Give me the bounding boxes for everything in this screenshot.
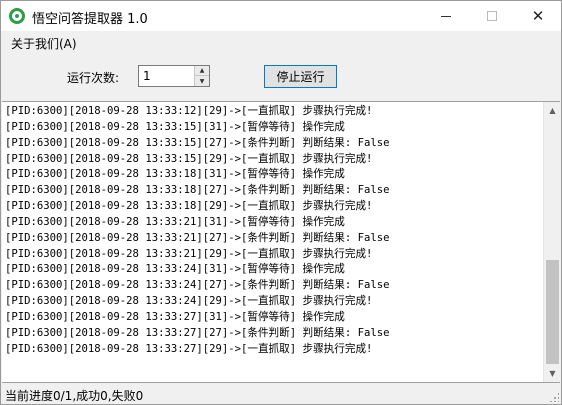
- stepper-down-arrow-icon[interactable]: ▼: [195, 76, 209, 86]
- scrollbar-thumb[interactable]: [546, 260, 559, 364]
- log-line: [PID:6300][2018-09-28 13:33:24][27]->[条件…: [5, 279, 390, 292]
- progress-status: 当前进度0/1,成功0,失败0: [5, 389, 144, 403]
- log-line: [PID:6300][2018-09-28 13:33:18][29]->[一直…: [5, 200, 373, 213]
- window-title: 悟空问答提取器 1.0: [32, 12, 148, 27]
- menu-bar: 关于我们(A): [1, 31, 561, 53]
- log-line: [PID:6300][2018-09-28 13:33:15][29]->[一直…: [5, 152, 373, 165]
- log-line: [PID:6300][2018-09-28 13:33:27][29]->[一直…: [5, 342, 373, 355]
- close-icon: ✕: [531, 6, 545, 25]
- stepper-up-arrow-icon[interactable]: ▲: [195, 66, 209, 76]
- maximize-icon: [487, 11, 497, 21]
- log-line: [PID:6300][2018-09-28 13:33:18][31]->[暂停…: [5, 168, 345, 181]
- title-bar[interactable]: 悟空问答提取器 1.0 ✕: [1, 1, 561, 31]
- log-line: [PID:6300][2018-09-28 13:33:12][29]->[一直…: [5, 105, 373, 117]
- log-output[interactable]: [PID:6300][2018-09-28 13:33:12][29]->[一直…: [2, 101, 560, 383]
- log-line: [PID:6300][2018-09-28 13:33:21][31]->[暂停…: [5, 215, 345, 228]
- minimize-icon: [441, 15, 451, 17]
- run-count-value[interactable]: 1: [143, 69, 151, 83]
- maximize-button[interactable]: [469, 1, 515, 31]
- log-line: [PID:6300][2018-09-28 13:33:18][27]->[条件…: [5, 184, 390, 197]
- stepper-buttons: ▲ ▼: [194, 66, 209, 86]
- app-logo-icon: [9, 8, 25, 24]
- log-lines: [PID:6300][2018-09-28 13:33:12][29]->[一直…: [5, 104, 543, 358]
- log-line: [PID:6300][2018-09-28 13:33:24][31]->[暂停…: [5, 263, 345, 276]
- log-line: [PID:6300][2018-09-28 13:33:21][27]->[条件…: [5, 231, 390, 244]
- log-scrollbar[interactable]: ▲ ▼: [543, 102, 560, 382]
- log-line: [PID:6300][2018-09-28 13:33:15][27]->[条件…: [5, 136, 390, 149]
- menu-about[interactable]: 关于我们(A): [11, 35, 77, 52]
- log-line: [PID:6300][2018-09-28 13:33:15][31]->[暂停…: [5, 120, 345, 133]
- log-line: [PID:6300][2018-09-28 13:33:27][31]->[暂停…: [5, 310, 345, 323]
- resize-grip-icon[interactable]: [549, 392, 559, 402]
- stop-run-button[interactable]: 停止运行: [264, 65, 337, 88]
- log-line: [PID:6300][2018-09-28 13:33:21][29]->[一直…: [5, 247, 373, 260]
- app-window: 悟空问答提取器 1.0 ✕ 关于我们(A) 运行次数: 1 ▲ ▼ 停止运行 […: [0, 0, 562, 405]
- status-bar: 当前进度0/1,成功0,失败0: [1, 384, 561, 404]
- run-count-label: 运行次数:: [67, 71, 120, 85]
- scroll-up-arrow-icon[interactable]: ▲: [544, 102, 560, 119]
- minimize-button[interactable]: [423, 1, 469, 31]
- scroll-down-arrow-icon[interactable]: ▼: [544, 365, 560, 382]
- log-line: [PID:6300][2018-09-28 13:33:27][27]->[条件…: [5, 326, 390, 339]
- run-count-stepper[interactable]: 1 ▲ ▼: [138, 65, 210, 87]
- close-button[interactable]: ✕: [515, 1, 561, 31]
- log-line: [PID:6300][2018-09-28 13:33:24][29]->[一直…: [5, 295, 373, 308]
